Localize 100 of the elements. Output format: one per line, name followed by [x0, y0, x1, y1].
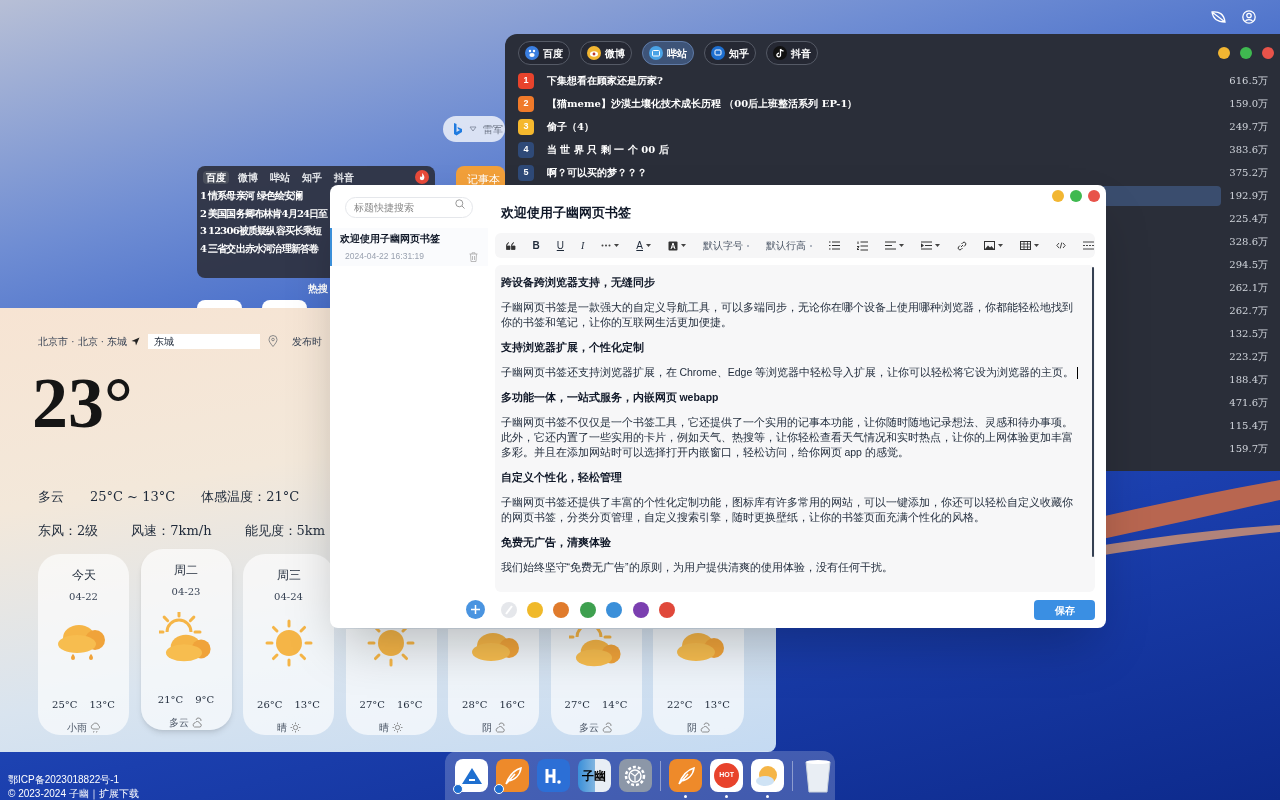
high-temperature: 21°C: [157, 693, 184, 707]
color-swatch[interactable]: [553, 602, 569, 618]
hot-item-row[interactable]: 3 偷子（4）: [518, 116, 1221, 137]
rank-badge: 4: [518, 141, 534, 158]
hot-item-title[interactable]: 当 世 界 只 剩 一 个 00 后: [547, 142, 669, 157]
forecast-card[interactable]: 周三 04-24 26°C 13°C 晴: [243, 554, 334, 735]
low-temperature: 13°C: [89, 698, 115, 712]
cloud-sun-icon: [602, 722, 613, 733]
wind-direction-text: 东风：2级: [38, 521, 99, 540]
bold-button[interactable]: B: [531, 237, 541, 254]
hot-search-link[interactable]: 美国国务卿布林肯4月24日至: [208, 205, 328, 221]
high-temperature: 27°C: [359, 698, 385, 712]
rank-number: 3: [200, 224, 205, 239]
maximize-button[interactable]: [1070, 190, 1082, 202]
high-temperature: 28°C: [462, 698, 488, 712]
close-button[interactable]: [1262, 47, 1274, 59]
h-logo-icon[interactable]: [536, 759, 570, 792]
source-tab[interactable]: 微博: [580, 41, 632, 65]
paragraph: 我们始终坚守“免费无广告”的原则，为用户提供清爽的使用体验，没有任何干扰。: [500, 560, 894, 575]
heat-value: 471.6万: [1228, 396, 1268, 410]
font-color-button[interactable]: A: [635, 237, 652, 254]
section-heading: 多功能一体，一站式服务，内嵌网页 webapp: [500, 390, 720, 405]
hot-item-title[interactable]: 【猫meme】沙漠土壤化技术成长历程 （00后上班整活系列 EP-1）: [547, 96, 858, 111]
user-icon[interactable]: [1242, 10, 1256, 24]
visibility-text: 能见度：5km: [244, 521, 325, 540]
underline-button[interactable]: U: [555, 237, 565, 254]
forecast-card[interactable]: 今天 04-22 25°C 13°C 小雨: [38, 554, 129, 735]
hot-search-link[interactable]: 12306被质疑纵容买长乘短: [208, 223, 322, 239]
hot-item-row[interactable]: 1 下集想看在顾家还是厉家?: [518, 70, 1221, 91]
hot-item-row[interactable]: 4 当 世 界 只 剩 一 个 00 后: [518, 139, 1221, 160]
heat-value: 328.6万: [1228, 235, 1268, 249]
italic-button[interactable]: I: [580, 237, 586, 254]
hot-item-title[interactable]: 偷子（4）: [547, 119, 594, 134]
forecast-card[interactable]: 27°C 16°C 晴: [345, 629, 437, 735]
hot-item-row[interactable]: 5 啊？可以买的梦？？？: [518, 162, 1221, 183]
align-left-icon: [885, 241, 896, 250]
maximize-button[interactable]: [1240, 47, 1252, 59]
editor-area[interactable]: [494, 265, 1095, 592]
source-tab[interactable]: 哔站: [267, 170, 293, 184]
city-input[interactable]: 东城: [148, 333, 261, 349]
source-tab[interactable]: 百度: [203, 170, 229, 184]
search-field[interactable]: 标题快捷搜索: [345, 197, 473, 218]
date-label: 04-24: [274, 590, 303, 603]
trash-icon[interactable]: [805, 759, 832, 793]
publish-time-label: 发布时: [292, 334, 323, 349]
low-temperature: 16°C: [397, 698, 423, 712]
search-bar[interactable]: 雷军: [443, 116, 505, 142]
add-note-button[interactable]: [465, 600, 485, 619]
color-swatch[interactable]: [526, 602, 543, 618]
rank-badge: 2: [518, 95, 534, 112]
note-title: 欢迎使用子幽网页书签: [340, 232, 441, 247]
rank-number: 2: [200, 206, 205, 221]
condition-label: 多云: [579, 721, 599, 735]
color-swatch[interactable]: [579, 602, 596, 618]
map-pin-icon[interactable]: [268, 335, 279, 347]
app-logo[interactable]: 子幽: [577, 759, 611, 792]
hot-item-title[interactable]: 啊？可以买的梦？？？: [547, 165, 647, 180]
condition-label: 晴: [379, 721, 389, 735]
indent-icon: [921, 241, 932, 250]
hot-item-title[interactable]: 下集想看在顾家还是厉家?: [547, 73, 663, 88]
settings-icon[interactable]: [618, 759, 652, 792]
app-icon-tile[interactable]: [262, 300, 307, 308]
color-swatch[interactable]: [632, 602, 649, 618]
no-color-swatch[interactable]: [500, 602, 517, 618]
app-icon-tile[interactable]: [197, 300, 242, 308]
source-tab[interactable]: 微博: [235, 170, 261, 184]
hot-search-link[interactable]: 三省交出赤水河治理新答卷: [208, 240, 319, 256]
color-swatch[interactable]: [606, 602, 622, 618]
condition-label: 晴: [276, 721, 287, 735]
hot-search-link[interactable]: 情系母亲河 绿色绘安澜: [208, 188, 303, 204]
source-tab[interactable]: 知乎: [704, 41, 756, 65]
forecast-card[interactable]: 周二 04-23 21°C 9°C 多云: [140, 549, 232, 730]
feather-icon[interactable]: [669, 759, 703, 792]
minimize-button[interactable]: [1218, 47, 1230, 59]
temperature-range: 25°C ~ 13°C: [90, 488, 176, 506]
table-icon: [1020, 241, 1031, 250]
condition-label: 阴: [686, 721, 697, 735]
color-swatch[interactable]: [659, 602, 675, 618]
forecast-card[interactable]: 28°C 16°C 阴: [448, 629, 539, 735]
more-icon: [601, 244, 612, 247]
source-tab[interactable]: 抖音: [331, 170, 357, 184]
day-label: 周三: [276, 567, 301, 583]
source-tab[interactable]: 知乎: [299, 170, 325, 184]
rain-cloud-icon: [89, 722, 101, 733]
heat-value: 225.4万: [1228, 212, 1268, 226]
source-tab[interactable]: 百度: [518, 41, 570, 65]
scrollbar[interactable]: [1092, 267, 1094, 557]
dropdown-select[interactable]: 默认行高: [765, 237, 813, 254]
weather-app-icon[interactable]: [750, 759, 784, 792]
heat-value: 262.7万: [1228, 304, 1268, 318]
source-tab[interactable]: 抖音: [766, 41, 818, 65]
feather-icon[interactable]: [496, 759, 530, 792]
sun-behind-cloud-icon: [159, 612, 213, 664]
close-button[interactable]: [1088, 190, 1100, 202]
leaf-icon[interactable]: [1211, 11, 1226, 23]
hot-item-row[interactable]: 2 【猫meme】沙漠土壤化技术成长历程 （00后上班整活系列 EP-1）: [518, 93, 1221, 114]
source-tab[interactable]: 哔站: [642, 41, 694, 65]
dropdown-select[interactable]: 默认字号: [702, 237, 750, 254]
note-list-item[interactable]: 欢迎使用子幽网页书签 2024-04-22 16:31:19: [330, 228, 488, 266]
app-store-icon[interactable]: [455, 759, 489, 792]
